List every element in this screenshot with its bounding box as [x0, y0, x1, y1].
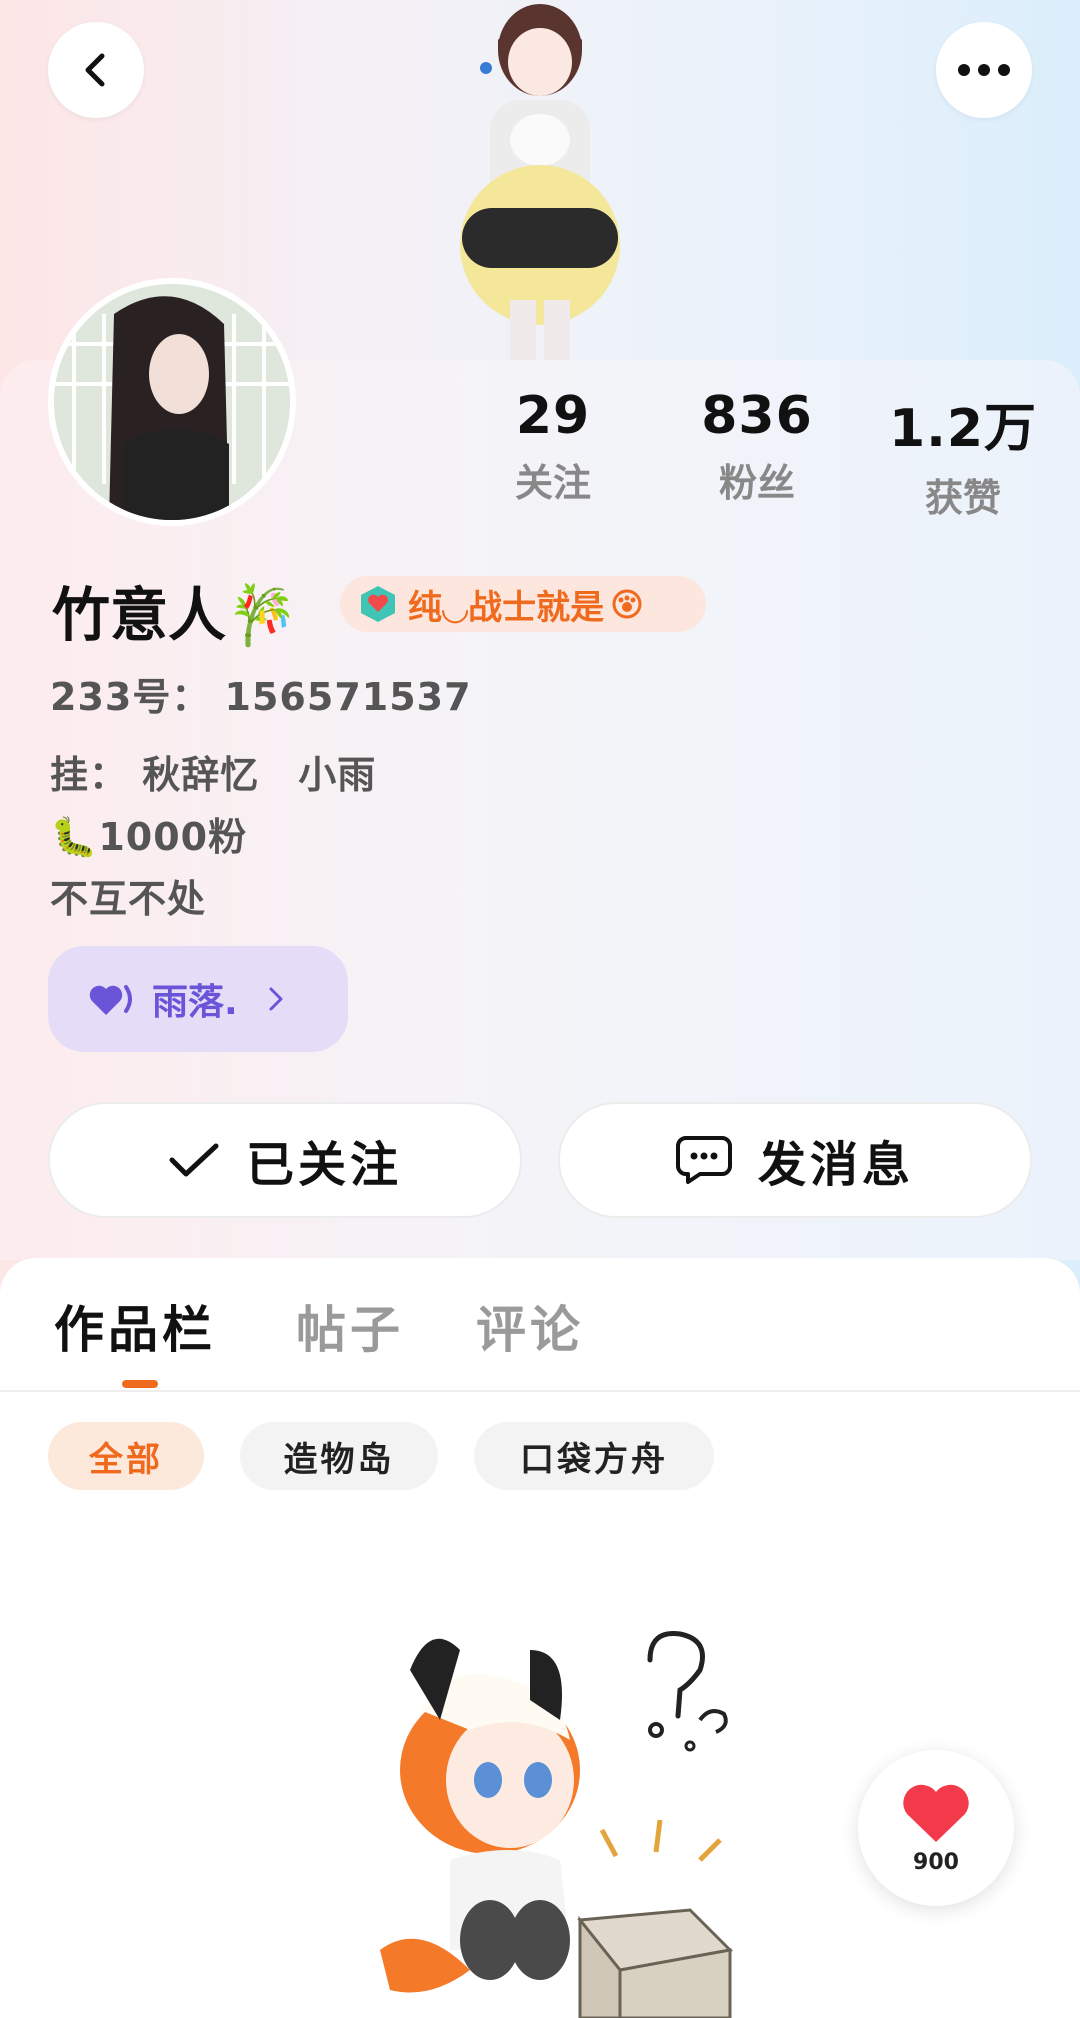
like-count: 900: [913, 1849, 959, 1875]
message-button[interactable]: 发消息: [558, 1102, 1032, 1218]
filter-chip-ark[interactable]: 口袋方舟: [474, 1422, 714, 1490]
chat-bubble-icon: [675, 1136, 732, 1184]
tab-comments[interactable]: 评论: [476, 1290, 584, 1362]
title-badge[interactable]: 纯◡战士就是: [340, 576, 706, 632]
bio-line: 不互不处: [50, 877, 207, 921]
profile-name-text: 竹意人: [52, 581, 227, 649]
tabs-divider: [0, 1390, 1080, 1392]
character-3d-image: [460, 4, 620, 360]
stat-value: 29: [515, 386, 591, 446]
message-label: 发消息: [757, 1137, 914, 1193]
stat-label: 获赞: [924, 476, 1001, 520]
filter-chip-island[interactable]: 造物岛: [240, 1422, 438, 1490]
heart-icon: [903, 1784, 969, 1842]
chevron-left-icon: [85, 53, 105, 87]
more-dots-icon: [958, 64, 1010, 76]
filter-chip-all[interactable]: 全部: [48, 1422, 204, 1490]
like-button[interactable]: 900: [858, 1750, 1014, 1906]
paw-icon: [612, 589, 642, 619]
heart-cube-icon: [361, 586, 395, 622]
back-button[interactable]: [48, 22, 144, 118]
tab-works[interactable]: 作品栏: [54, 1290, 216, 1362]
relation-tag-label: 雨落.: [152, 982, 238, 1023]
stat-value: 836: [701, 386, 813, 446]
tab-posts[interactable]: 帖子: [296, 1290, 404, 1362]
stat-value: 1.2万: [888, 399, 1038, 459]
chevron-right-icon: [269, 987, 283, 1011]
avatar[interactable]: [48, 278, 296, 526]
stat-label: 粉丝: [718, 461, 795, 505]
bio-line: 挂： 秋辞忆 小雨: [50, 753, 377, 797]
stat-likes[interactable]: 1.2万 获赞: [878, 386, 1048, 522]
more-button[interactable]: [936, 22, 1032, 118]
followed-button[interactable]: 已关注: [48, 1102, 522, 1218]
stat-fans[interactable]: 836 粉丝: [672, 386, 842, 507]
active-tab-indicator: [122, 1380, 158, 1388]
bamboo-icon: 🎋: [226, 581, 299, 649]
user-id: 233号： 156571537: [50, 675, 472, 719]
avatar-photo: [54, 284, 290, 520]
profile-name: 竹意人🎋: [52, 568, 298, 652]
bio-line: 🐛1000粉: [50, 815, 248, 859]
check-icon: [169, 1143, 219, 1177]
followed-label: 已关注: [245, 1137, 402, 1193]
stat-following[interactable]: 29 关注: [468, 386, 638, 507]
stat-label: 关注: [514, 461, 591, 505]
relation-tag[interactable]: 雨落.: [48, 946, 348, 1052]
badge-text: 纯◡战士就是: [408, 587, 605, 628]
empty-state-illustration: [380, 1631, 734, 2018]
heart-icon: [89, 985, 132, 1015]
